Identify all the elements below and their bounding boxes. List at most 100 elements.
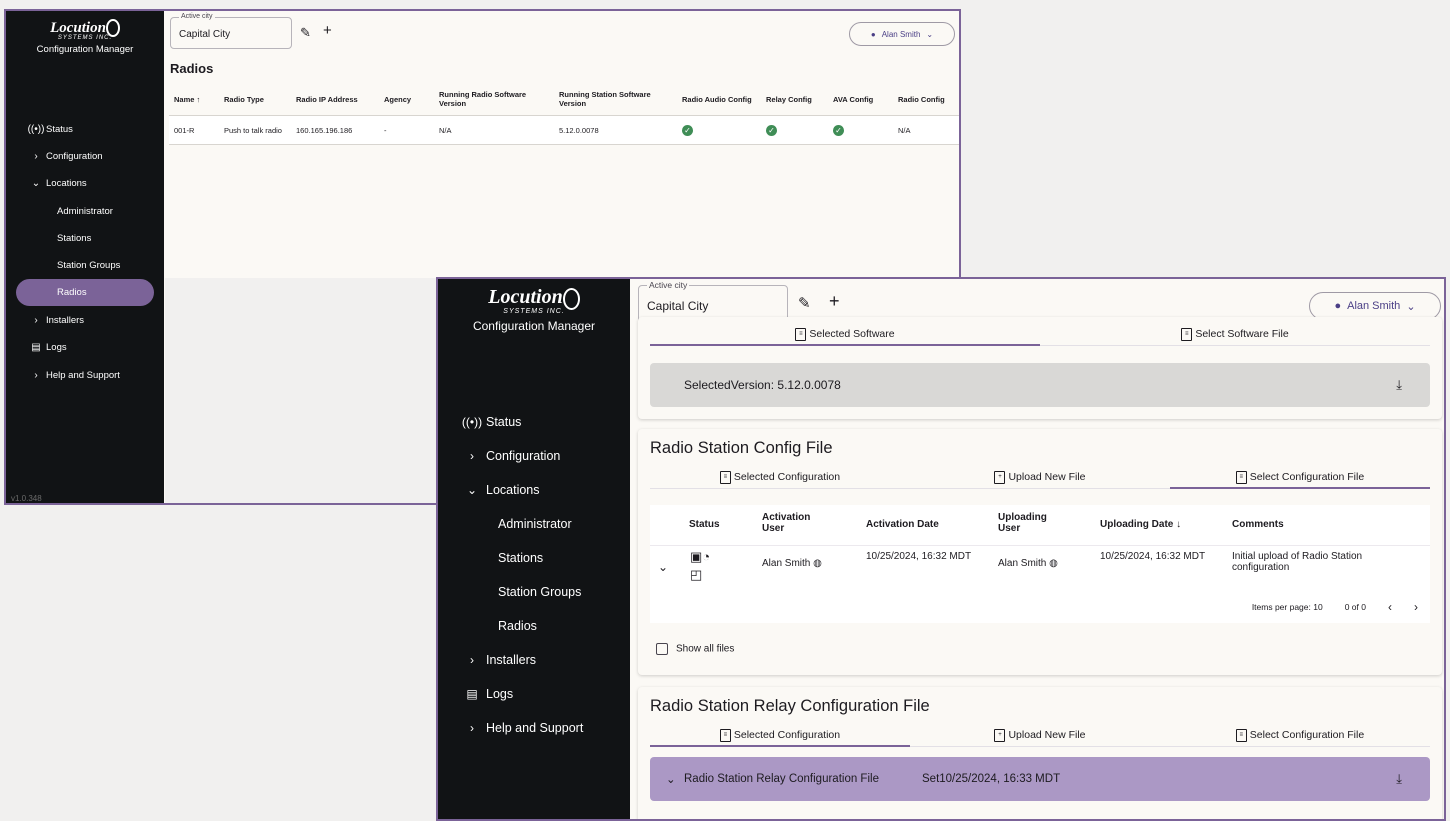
- col-radio-config: Radio Config: [893, 83, 959, 116]
- col-activation-date: Activation Date: [866, 519, 939, 530]
- nav-item-radios[interactable]: Radios: [16, 279, 154, 307]
- tab-upload-new-file[interactable]: + Upload New File: [910, 724, 1170, 746]
- items-per-page[interactable]: Items per page: 10: [1252, 602, 1323, 612]
- download-icon[interactable]: ⤓: [1396, 377, 1402, 393]
- download-icon[interactable]: ⤓: [1396, 771, 1402, 787]
- tab-upload-new-file[interactable]: + Upload New File: [910, 466, 1170, 488]
- cell-activation-date: 10/25/2024, 16:32 MDT: [866, 551, 972, 562]
- tab-select-software-file[interactable]: ≡ Select Software File: [1040, 323, 1430, 345]
- chevron-down-icon: ⌄: [466, 482, 478, 497]
- config-tabs: ≡ Selected Configuration + Upload New File…: [650, 466, 1430, 489]
- nav-item-logs[interactable]: ▤ Logs: [26, 336, 66, 358]
- expand-chevron-icon[interactable]: ⌄: [658, 560, 668, 574]
- table-row[interactable]: ⌄ ▣◔ ◰ Alan Smith ◍ 10/25/2024, 16:32 MDT…: [650, 546, 1430, 596]
- prev-page-icon[interactable]: ‹: [1388, 600, 1392, 614]
- tab-selected-software[interactable]: ≡ Selected Software: [650, 323, 1040, 346]
- broadcast-icon: ((•)): [27, 123, 45, 135]
- nav-item-configuration[interactable]: › Configuration: [458, 443, 560, 469]
- selected-version: SelectedVersion: 5.12.0.0078: [684, 378, 841, 392]
- cell-uploading-user: Alan Smith ◍: [998, 558, 1058, 569]
- selected-version-bar: SelectedVersion: 5.12.0.0078 ⤓: [650, 363, 1430, 407]
- nav-item-station-groups[interactable]: Station Groups: [57, 254, 120, 276]
- table-row[interactable]: 001-R Push to talk radio 160.165.196.186…: [169, 115, 959, 145]
- tab-selected-configuration[interactable]: ≡ Selected Configuration: [650, 724, 910, 747]
- nav-item-stations[interactable]: Stations: [57, 227, 91, 249]
- add-city-icon[interactable]: +: [323, 22, 332, 39]
- cell-uploading-date: 10/25/2024, 16:32 MDT: [1100, 551, 1206, 562]
- page-title: Radios: [170, 61, 214, 76]
- cell-ip: 160.165.196.186: [291, 115, 379, 145]
- col-radio-sw: Running Radio Software Version: [434, 83, 554, 116]
- sidebar: Locution SYSTEMS INC. Configuration Mana…: [6, 11, 164, 503]
- checkbox-icon[interactable]: [656, 643, 668, 655]
- app-subtitle: Configuration Manager: [36, 44, 134, 56]
- nav-item-locations[interactable]: ⌄ Locations: [26, 172, 87, 194]
- relay-config-bar[interactable]: ⌄ Radio Station Relay Configuration File…: [650, 757, 1430, 801]
- col-ava-config: AVA Config: [828, 83, 893, 116]
- nav-item-administrator[interactable]: Administrator: [57, 200, 113, 222]
- chevron-right-icon: ›: [470, 652, 474, 667]
- cell-station-sw: 5.12.0.0078: [554, 115, 677, 145]
- nav-item-installers[interactable]: › Installers: [26, 309, 84, 331]
- col-agency: Agency: [379, 83, 434, 116]
- edit-city-icon[interactable]: ✎: [300, 25, 311, 41]
- config-file-card: Radio Station Config File ≡ Selected Conf…: [638, 429, 1442, 675]
- nav-item-help[interactable]: › Help and Support: [458, 715, 583, 741]
- chevron-right-icon: ›: [470, 720, 474, 735]
- check-circle-icon: ✓: [682, 124, 693, 136]
- nav-item-administrator[interactable]: Administrator: [498, 511, 572, 537]
- radios-table: Name ↑ Radio Type Radio IP Address Agenc…: [169, 83, 959, 145]
- nav-item-stations[interactable]: Stations: [498, 545, 543, 571]
- edit-city-icon[interactable]: ✎: [798, 294, 811, 312]
- broadcast-icon: ((•)): [461, 414, 483, 429]
- chevron-down-icon: ⌄: [31, 177, 41, 189]
- nav-item-logs[interactable]: ▤ Logs: [458, 681, 513, 707]
- add-city-icon[interactable]: +: [829, 291, 840, 312]
- upload-file-icon: +: [994, 728, 1006, 742]
- active-city-label: Active city: [179, 13, 215, 20]
- user-menu[interactable]: ● Alan Smith ⌄: [849, 22, 955, 46]
- show-all-files-checkbox[interactable]: Show all files: [656, 643, 734, 655]
- relay-tabs: ≡ Selected Configuration + Upload New File…: [650, 724, 1430, 747]
- cell-activation-user: Alan Smith ◍: [762, 558, 822, 569]
- nav-item-installers[interactable]: › Installers: [458, 647, 536, 673]
- tab-select-configuration-file[interactable]: ≡ Select Configuration File: [1170, 466, 1430, 489]
- table-header: Status Activation User Activation Date U…: [650, 505, 1430, 546]
- logs-icon: ▤: [466, 686, 478, 701]
- chevron-down-icon[interactable]: ⌄: [666, 772, 684, 786]
- nav-item-status[interactable]: ((•)) Status: [26, 118, 73, 140]
- document-icon: ≡: [1235, 728, 1247, 742]
- cell-type: Push to talk radio: [219, 115, 291, 145]
- logo: Locution SYSTEMS INC.: [6, 11, 164, 41]
- tab-selected-configuration[interactable]: ≡ Selected Configuration: [650, 466, 910, 488]
- chevron-down-icon: ⌄: [1406, 300, 1416, 313]
- document-icon: ≡: [795, 327, 807, 341]
- cell-name: 001-R: [169, 115, 219, 145]
- nav-item-status[interactable]: ((•)) Status: [458, 409, 522, 435]
- logs-icon: ▤: [31, 341, 41, 353]
- nav-item-help[interactable]: › Help and Support: [26, 364, 120, 386]
- document-icon: ≡: [719, 470, 731, 484]
- nav-item-radios[interactable]: Radios: [498, 613, 537, 639]
- col-radio-type: Radio Type: [219, 83, 291, 116]
- chevron-right-icon: ›: [34, 369, 38, 381]
- active-city-value: Capital City: [647, 299, 709, 313]
- nav-item-configuration[interactable]: › Configuration: [26, 145, 102, 167]
- nav-item-locations[interactable]: ⌄ Locations: [458, 477, 540, 503]
- tab-select-configuration-file[interactable]: ≡ Select Configuration File: [1170, 724, 1430, 746]
- user-menu[interactable]: ● Alan Smith ⌄: [1309, 292, 1441, 320]
- nav-item-station-groups[interactable]: Station Groups: [498, 579, 581, 605]
- active-city-field[interactable]: Active city Capital City: [170, 13, 292, 49]
- col-name[interactable]: Name ↑: [169, 83, 219, 116]
- col-uploading-user: Uploading User: [998, 512, 1047, 534]
- next-page-icon[interactable]: ›: [1414, 600, 1418, 614]
- cell-comments: Initial upload of Radio Station configur…: [1232, 551, 1363, 573]
- col-uploading-date[interactable]: Uploading Date ↓: [1100, 519, 1181, 530]
- col-activation-user: Activation User: [762, 512, 811, 534]
- relay-bar-set-date: Set10/25/2024, 16:33 MDT: [922, 773, 1061, 785]
- table-header: Name ↑ Radio Type Radio IP Address Agenc…: [169, 83, 959, 116]
- relay-bar-label: Radio Station Relay Configuration File: [684, 773, 879, 785]
- cell-radio-config: N/A: [893, 115, 959, 145]
- document-icon: ≡: [719, 728, 731, 742]
- software-card: ≡ Selected Software ≡ Select Software File…: [638, 317, 1442, 419]
